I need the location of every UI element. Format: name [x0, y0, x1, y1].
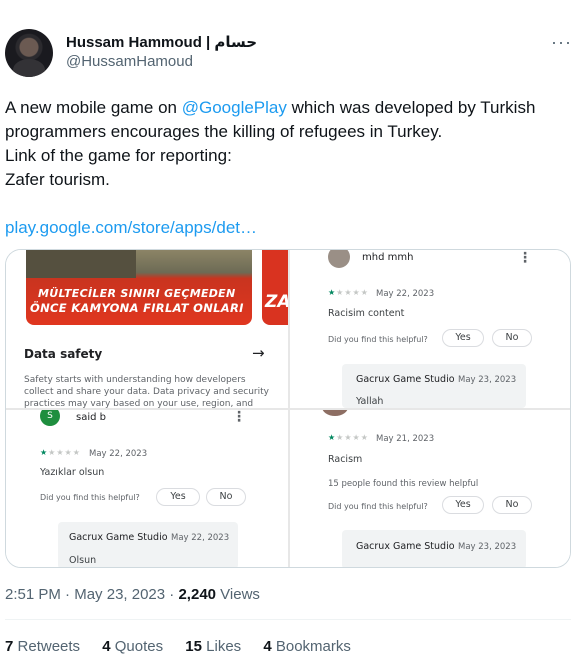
likes-count: 15	[185, 638, 202, 655]
reviewer-avatar	[328, 250, 350, 268]
mention-googleplay[interactable]: @GooglePlay	[182, 98, 287, 117]
yes-button: Yes	[156, 488, 200, 506]
reply-date: May 22, 2023	[171, 533, 230, 543]
review-menu-icon: ⋮	[232, 410, 246, 425]
review-date: May 22, 2023	[89, 449, 148, 459]
media-divider-horizontal	[6, 408, 570, 410]
tweet-line-1: A new mobile game on @GooglePlay which w…	[5, 96, 565, 120]
no-button: No	[492, 329, 532, 347]
star-rating: ★★★★★	[40, 448, 81, 457]
star-filled: ★	[328, 288, 337, 297]
media-image-2[interactable]: mhd mmh ⋮ ★★★★★ May 22, 2023 Racisim con…	[290, 250, 570, 408]
author-handle[interactable]: @HussamHamoud	[66, 53, 193, 70]
star-filled: ★	[40, 448, 49, 457]
tweet-line-3: Link of the game for reporting:	[5, 146, 232, 165]
stars-empty: ★★★★	[336, 288, 369, 297]
review-text: Yazıklar olsun	[40, 467, 105, 478]
review-date: May 22, 2023	[376, 289, 435, 299]
author-display-name[interactable]: Hussam Hammoud	[66, 34, 202, 51]
retweets-stat[interactable]: 7 Retweets	[5, 638, 80, 655]
meta-separator: ·	[60, 586, 75, 603]
views-count: 2,240	[178, 586, 217, 603]
banner-line-2: ÖNCE KAMYONA FIRLAT ONLARI	[30, 301, 244, 315]
likes-label: Likes	[206, 638, 242, 655]
helpful-question: Did you find this helpful?	[328, 502, 428, 511]
developer-name: Gacrux Game Studio	[69, 532, 168, 543]
star-filled: ★	[328, 433, 337, 442]
helpful-count: 15 people found this review helpful	[328, 479, 479, 489]
game-link[interactable]: play.google.com/store/apps/det…	[5, 216, 565, 240]
engagement-stats: 7 Retweets 4 Quotes 15 Likes 4 Bookmarks	[5, 638, 369, 655]
stars-empty: ★★★★	[336, 433, 369, 442]
meta-separator: ·	[165, 586, 179, 603]
tweet-line-1-end: which was developed by Turkish	[286, 98, 536, 117]
helpful-question: Did you find this helpful?	[40, 493, 140, 502]
no-button: No	[492, 496, 532, 514]
review-text: Racism	[328, 454, 363, 465]
bookmarks-label: Bookmarks	[275, 638, 351, 655]
reply-date: May 23, 2023	[458, 542, 517, 552]
media-image-1[interactable]: MÜLTECİLER SINIRI GEÇMEDEN ÖNCE KAMYONA …	[6, 250, 288, 408]
quotes-stat[interactable]: 4 Quotes	[102, 638, 163, 655]
side-banner: ZA	[262, 250, 288, 325]
author-name-row[interactable]: Hussam Hammoud | حسام	[66, 33, 257, 51]
developer-name: Gacrux Game Studio	[356, 541, 455, 552]
media-image-4[interactable]: ★★★★★ May 21, 2023 Racism 15 people foun…	[290, 410, 570, 567]
tweet-line-4: Zafer tourism.	[5, 170, 110, 189]
reply-text: Olsun	[69, 555, 97, 566]
author-arabic-name[interactable]: حسام	[214, 34, 257, 51]
reply-text: Yallah	[356, 396, 384, 407]
developer-name: Gacrux Game Studio	[356, 374, 455, 385]
media-image-3[interactable]: S said b ⋮ ★★★★★ May 22, 2023 Yazıklar o…	[6, 410, 288, 567]
tweet-line-1-start: A new mobile game on	[5, 98, 182, 117]
review-menu-icon: ⋮	[518, 250, 532, 266]
reviewer-avatar	[322, 410, 348, 416]
media-grid[interactable]: MÜLTECİLER SINIRI GEÇMEDEN ÖNCE KAMYONA …	[5, 249, 571, 568]
bookmarks-count: 4	[263, 638, 272, 655]
quotes-count: 4	[102, 638, 111, 655]
data-safety-title: Data safety	[24, 347, 103, 361]
bookmarks-stat[interactable]: 4 Bookmarks	[263, 638, 351, 655]
reviewer-avatar: S	[40, 410, 60, 426]
data-safety-text: Safety starts with understanding how dev…	[24, 375, 269, 408]
yes-button: Yes	[442, 496, 484, 514]
reply-date: May 23, 2023	[458, 375, 517, 385]
banner-truck-image	[26, 250, 136, 278]
tweet-text: A new mobile game on @GooglePlay which w…	[5, 96, 565, 240]
star-rating: ★★★★★	[328, 288, 369, 297]
reviewer-name: mhd mmh	[362, 252, 414, 263]
no-button: No	[206, 488, 246, 506]
more-options-icon[interactable]: ···	[551, 32, 572, 53]
tweet-header: Hussam Hammoud | حسام @HussamHamoud ···	[0, 0, 576, 90]
game-banner: MÜLTECİLER SINIRI GEÇMEDEN ÖNCE KAMYONA …	[26, 250, 252, 325]
stats-divider	[5, 619, 571, 620]
helpful-question: Did you find this helpful?	[328, 335, 428, 344]
retweets-label: Retweets	[17, 638, 81, 655]
star-rating: ★★★★★	[328, 433, 369, 442]
author-avatar[interactable]	[5, 29, 53, 77]
tweet-timestamp: 2:51 PM · May 23, 2023 · 2,240 Views	[5, 586, 260, 603]
tweet-date[interactable]: May 23, 2023	[74, 586, 165, 603]
reviewer-name: said b	[76, 412, 106, 423]
views-label: Views	[216, 586, 260, 603]
review-text: Racisim content	[328, 308, 405, 319]
banner-line-1: MÜLTECİLER SINIRI GEÇMEDEN	[38, 287, 236, 300]
review-date: May 21, 2023	[376, 434, 435, 444]
arrow-right-icon: →	[252, 344, 265, 362]
tweet-spacer	[5, 192, 565, 216]
stars-empty: ★★★★	[48, 448, 81, 457]
side-banner-text: ZA	[265, 292, 288, 312]
tweet-time[interactable]: 2:51 PM	[5, 586, 61, 603]
quotes-label: Quotes	[114, 638, 164, 655]
likes-stat[interactable]: 15 Likes	[185, 638, 241, 655]
retweets-count: 7	[5, 638, 14, 655]
yes-button: Yes	[442, 329, 484, 347]
tweet-line-2: programmers encourages the killing of re…	[5, 122, 443, 141]
